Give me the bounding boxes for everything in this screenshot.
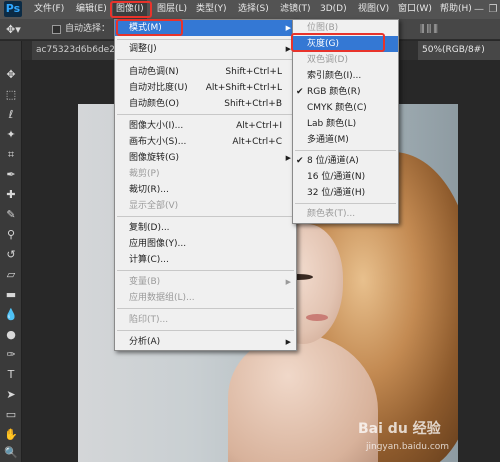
mode-submenu: 位图(B) 灰度(G) 双色调(D) 索引颜色(I)... ✔ RGB 颜色(R)… (292, 19, 399, 224)
menu-item-trap: 陷印(T)... (129, 315, 169, 325)
submenu-item-multichannel[interactable]: 多通道(M) (293, 132, 398, 148)
move-tool-icon[interactable]: ✥ (3, 67, 19, 83)
menu-item-crop: 裁剪(P) (129, 169, 160, 179)
tab-document[interactable]: ac75323d6b6de24 (32, 41, 121, 60)
watermark-url: jingyan.baidu.com (366, 442, 450, 452)
pen-tool-icon[interactable]: ✑ (3, 347, 19, 363)
lips (306, 314, 328, 321)
menu-item-reveal-all: 显示全部(V) (129, 201, 179, 211)
menu-item-auto-color[interactable]: 自动颜色(O) Shift+Ctrl+B (115, 96, 296, 112)
menu-item-canvas-size[interactable]: 画布大小(S)... Alt+Ctrl+C (115, 134, 296, 150)
align-icons[interactable]: ⫼⫼⫼ (420, 19, 440, 40)
type-tool-icon[interactable]: T (3, 367, 19, 383)
photoshop-logo: Ps (4, 1, 22, 17)
separator (117, 114, 294, 115)
separator (295, 150, 396, 151)
gradient-tool-icon[interactable]: ▬ (3, 287, 19, 303)
clone-stamp-tool-icon[interactable]: ⚲ (3, 227, 19, 243)
separator (117, 308, 294, 309)
submenu-item-color-table: 颜色表(T)... (307, 209, 356, 219)
submenu-item-32bit[interactable]: 32 位/通道(H) (293, 185, 398, 201)
menu-item-calculations[interactable]: 计算(C)... (115, 252, 296, 268)
hand-tool-icon[interactable]: ✋ (3, 427, 19, 443)
separator (117, 39, 294, 40)
menu-file[interactable]: 文件(F) (34, 0, 64, 19)
blur-tool-icon[interactable]: 💧 (3, 307, 19, 323)
separator (117, 216, 294, 217)
checkmark-icon: ✔ (296, 87, 304, 97)
auto-select-label: 自动选择： (65, 24, 111, 34)
submenu-item-grayscale[interactable]: 灰度(G) (293, 36, 398, 52)
menu-item-auto-contrast[interactable]: 自动对比度(U) Alt+Shift+Ctrl+L (115, 80, 296, 96)
submenu-item-duotone: 双色调(D) (307, 55, 348, 65)
menu-select[interactable]: 选择(S) (238, 0, 269, 19)
auto-select-checkbox[interactable] (52, 25, 61, 34)
submenu-item-indexed-color[interactable]: 索引颜色(I)... (293, 68, 398, 84)
menu-item-apply-image[interactable]: 应用图像(Y)... (115, 236, 296, 252)
menu-item-image-rotation[interactable]: 图像旋转(G) ▶ (115, 150, 296, 166)
menu-item-mode[interactable]: 模式(M) ▶ (115, 20, 296, 36)
menu-layer[interactable]: 图层(L) (157, 0, 187, 19)
separator (117, 270, 294, 271)
menubar: Ps 文件(F) 编辑(E) 图像(I) 图层(L) 类型(Y) 选择(S) 滤… (0, 0, 500, 19)
submenu-item-bitmap: 位图(B) (307, 23, 339, 33)
minimize-icon[interactable]: — (472, 0, 486, 19)
crop-tool-icon[interactable]: ⌗ (3, 147, 19, 163)
path-selection-tool-icon[interactable]: ➤ (3, 387, 19, 403)
menu-item-auto-tone[interactable]: 自动色调(N) Shift+Ctrl+L (115, 64, 296, 80)
move-tool-preset-icon[interactable]: ✥▾ (6, 19, 21, 40)
tab-document-info[interactable]: 50%(RGB/8#) (418, 41, 500, 60)
menu-type[interactable]: 类型(Y) (196, 0, 227, 19)
menu-view[interactable]: 视图(V) (358, 0, 389, 19)
menu-item-analysis[interactable]: 分析(A) ▶ (115, 334, 296, 350)
submenu-item-lab-color[interactable]: Lab 颜色(L) (293, 116, 398, 132)
submenu-item-8bit[interactable]: ✔ 8 位/通道(A) (293, 153, 398, 169)
menu-item-variables: 变量(B) ▶ (129, 277, 291, 287)
checkmark-icon: ✔ (296, 156, 304, 166)
image-menu: 模式(M) ▶ 调整(J) ▶ 自动色调(N) Shift+Ctrl+L 自动对比度(… (114, 19, 297, 351)
submenu-item-16bit[interactable]: 16 位/通道(N) (293, 169, 398, 185)
magic-wand-tool-icon[interactable]: ✦ (3, 127, 19, 143)
menu-item-apply-data-set: 应用数据组(L)... (129, 293, 195, 303)
eraser-tool-icon[interactable]: ▱ (3, 267, 19, 283)
menu-item-adjustments[interactable]: 调整(J) ▶ (115, 41, 296, 57)
menu-window[interactable]: 窗口(W) (398, 0, 432, 19)
separator (117, 330, 294, 331)
menu-image[interactable]: 图像(I) (113, 0, 147, 19)
menu-help[interactable]: 帮助(H) (440, 0, 472, 19)
watermark-logo: Bai du 经验 (358, 421, 441, 437)
separator (117, 59, 294, 60)
healing-brush-tool-icon[interactable]: ✚ (3, 187, 19, 203)
menu-item-trim[interactable]: 裁切(R)... (115, 182, 296, 198)
menu-3d[interactable]: 3D(D) (320, 0, 347, 19)
shape-tool-icon[interactable]: ▭ (3, 407, 19, 423)
toolbox: ✥ ⬚ ℓ ✦ ⌗ ✒ ✚ ✎ ⚲ ↺ ▱ ▬ 💧 ● ✑ T ➤ ▭ ✋ 🔍 (0, 41, 22, 462)
brush-tool-icon[interactable]: ✎ (3, 207, 19, 223)
dodge-tool-icon[interactable]: ● (3, 327, 19, 343)
baidu-watermark: Bai du 经验 jingyan.baidu.com (358, 418, 498, 458)
zoom-tool-icon[interactable]: 🔍 (3, 445, 19, 461)
history-brush-tool-icon[interactable]: ↺ (3, 247, 19, 263)
submenu-item-cmyk-color[interactable]: CMYK 颜色(C) (293, 100, 398, 116)
lasso-tool-icon[interactable]: ℓ (3, 107, 19, 123)
menu-item-image-size[interactable]: 图像大小(I)... Alt+Ctrl+I (115, 118, 296, 134)
menu-item-duplicate[interactable]: 复制(D)... (115, 220, 296, 236)
submenu-item-rgb-color[interactable]: ✔ RGB 颜色(R) (293, 84, 398, 100)
separator (295, 203, 396, 204)
eyedropper-tool-icon[interactable]: ✒ (3, 167, 19, 183)
menu-edit[interactable]: 编辑(E) (76, 0, 107, 19)
menu-filter[interactable]: 滤镜(T) (280, 0, 311, 19)
restore-icon[interactable]: ❐ (486, 0, 500, 19)
marquee-tool-icon[interactable]: ⬚ (3, 87, 19, 103)
